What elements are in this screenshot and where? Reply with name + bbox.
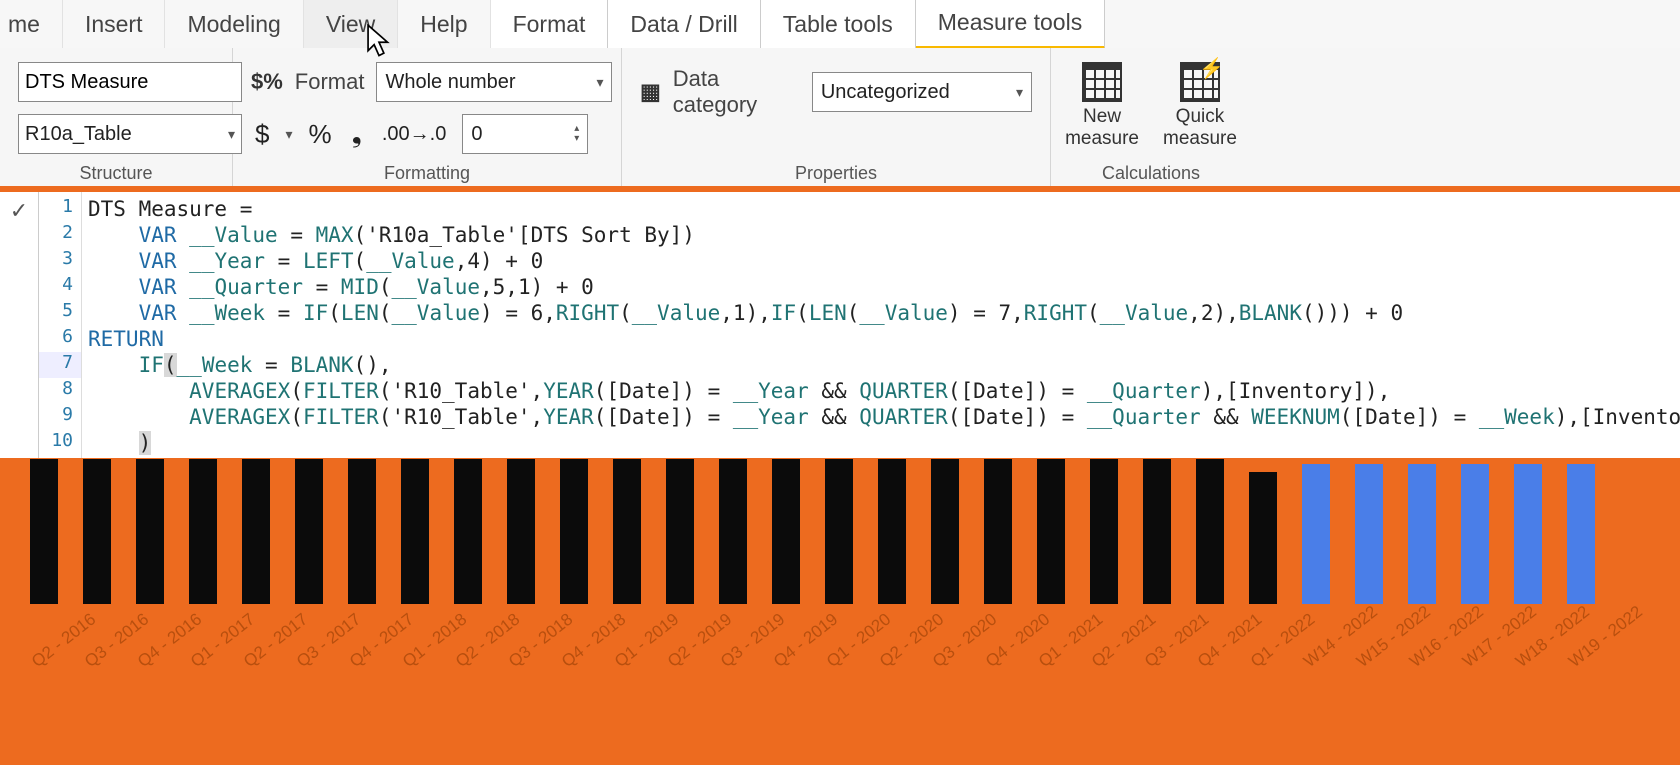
- group-label-calculations: Calculations: [1051, 163, 1251, 186]
- chart-bar[interactable]: [1196, 459, 1224, 604]
- decimal-shift-button[interactable]: .00→.0: [378, 123, 450, 146]
- format-select[interactable]: Whole number ▾: [376, 62, 612, 102]
- tab-view[interactable]: View: [304, 0, 398, 48]
- new-measure-line1: New: [1083, 106, 1121, 128]
- chart-bar[interactable]: [136, 459, 164, 604]
- ribbon-tabs: me Insert Modeling View Help Format Data…: [0, 0, 1680, 50]
- chart-bar[interactable]: [878, 459, 906, 604]
- tab-home[interactable]: me: [0, 0, 63, 48]
- chart-bar[interactable]: [1143, 459, 1171, 604]
- chart-bar[interactable]: [1567, 464, 1595, 604]
- group-label-formatting: Formatting: [233, 163, 621, 186]
- chart-bar[interactable]: [1249, 472, 1277, 604]
- chart-bar[interactable]: [984, 459, 1012, 604]
- chart-bar[interactable]: [1461, 464, 1489, 604]
- chevron-down-icon: ▾: [1016, 84, 1023, 101]
- tab-help[interactable]: Help: [398, 0, 490, 48]
- tab-measure-tools[interactable]: Measure tools: [916, 0, 1105, 50]
- chart-bar[interactable]: [613, 459, 641, 604]
- quick-measure-line2: measure: [1163, 128, 1237, 150]
- spinner-buttons[interactable]: ▴▾: [574, 124, 579, 144]
- chart-bar[interactable]: [1514, 464, 1542, 604]
- formula-bar: ✓ 12345678910 DTS Measure = VAR __Value …: [0, 186, 1680, 470]
- chart-bar[interactable]: [454, 459, 482, 604]
- chart-bar[interactable]: [719, 459, 747, 604]
- thousands-button[interactable]: ❟: [348, 118, 366, 150]
- quick-measure-button[interactable]: ⚡ Quick measure: [1163, 62, 1237, 150]
- chart-bar[interactable]: [825, 459, 853, 604]
- chart-bar[interactable]: [1090, 459, 1118, 604]
- home-table-value: R10a_Table: [25, 123, 132, 146]
- chart-bar[interactable]: [401, 459, 429, 604]
- chart-bar[interactable]: [1408, 464, 1436, 604]
- chevron-down-icon[interactable]: ▾: [285, 126, 292, 143]
- chart-bar[interactable]: [931, 459, 959, 604]
- ribbon-body: R10a_Table ▾ Structure $% Format Whole n…: [0, 48, 1680, 187]
- bar-chart: Q2 - 2016Q3 - 2016Q4 - 2016Q1 - 2017Q2 -…: [0, 458, 1680, 765]
- chart-bar[interactable]: [348, 459, 376, 604]
- calculator-bolt-icon: ⚡: [1180, 62, 1220, 102]
- percent-button[interactable]: %: [305, 119, 336, 150]
- data-category-select[interactable]: Uncategorized ▾: [812, 72, 1032, 112]
- chart-bar[interactable]: [772, 459, 800, 604]
- quick-measure-line1: Quick: [1176, 106, 1225, 128]
- decimal-value: 0: [471, 123, 482, 146]
- chart-bar[interactable]: [666, 459, 694, 604]
- chevron-down-icon: ▾: [596, 74, 603, 91]
- chart-bar[interactable]: [83, 459, 111, 604]
- commit-check-icon[interactable]: ✓: [0, 192, 39, 464]
- group-label-properties: Properties: [622, 163, 1050, 186]
- tab-data-drill[interactable]: Data / Drill: [608, 0, 760, 48]
- format-icon: $%: [251, 69, 283, 95]
- tab-modeling[interactable]: Modeling: [165, 0, 303, 48]
- chart-bar[interactable]: [1355, 464, 1383, 604]
- new-measure-line2: measure: [1065, 128, 1139, 150]
- new-measure-button[interactable]: New measure: [1065, 62, 1139, 150]
- chart-bar[interactable]: [242, 459, 270, 604]
- chart-bar[interactable]: [1037, 459, 1065, 604]
- chart-bar[interactable]: [189, 459, 217, 604]
- format-value: Whole number: [385, 71, 515, 94]
- chart-bar[interactable]: [560, 459, 588, 604]
- format-label: Format: [295, 69, 365, 95]
- line-gutter: 12345678910: [39, 192, 82, 464]
- chart-bar[interactable]: [30, 459, 58, 604]
- tab-insert[interactable]: Insert: [63, 0, 166, 48]
- group-label-structure: Structure: [0, 163, 232, 186]
- calculator-icon: [1082, 62, 1122, 102]
- chart-bar[interactable]: [507, 459, 535, 604]
- chart-bar[interactable]: [295, 459, 323, 604]
- data-category-icon: ▦: [640, 79, 661, 105]
- data-category-value: Uncategorized: [821, 81, 950, 104]
- home-table-select[interactable]: R10a_Table ▾: [18, 114, 242, 154]
- measure-name-input[interactable]: [18, 62, 242, 102]
- decimal-places-spinner[interactable]: 0 ▴▾: [462, 114, 588, 154]
- dax-editor[interactable]: DTS Measure = VAR __Value = MAX('R10a_Ta…: [82, 192, 1680, 464]
- data-category-label: Data category: [673, 66, 800, 118]
- tab-format[interactable]: Format: [491, 0, 609, 48]
- chart-bar[interactable]: [1302, 464, 1330, 604]
- currency-button[interactable]: $: [251, 119, 273, 150]
- axis-label: Q2 - 2016: [28, 623, 82, 671]
- tab-table-tools[interactable]: Table tools: [761, 0, 916, 48]
